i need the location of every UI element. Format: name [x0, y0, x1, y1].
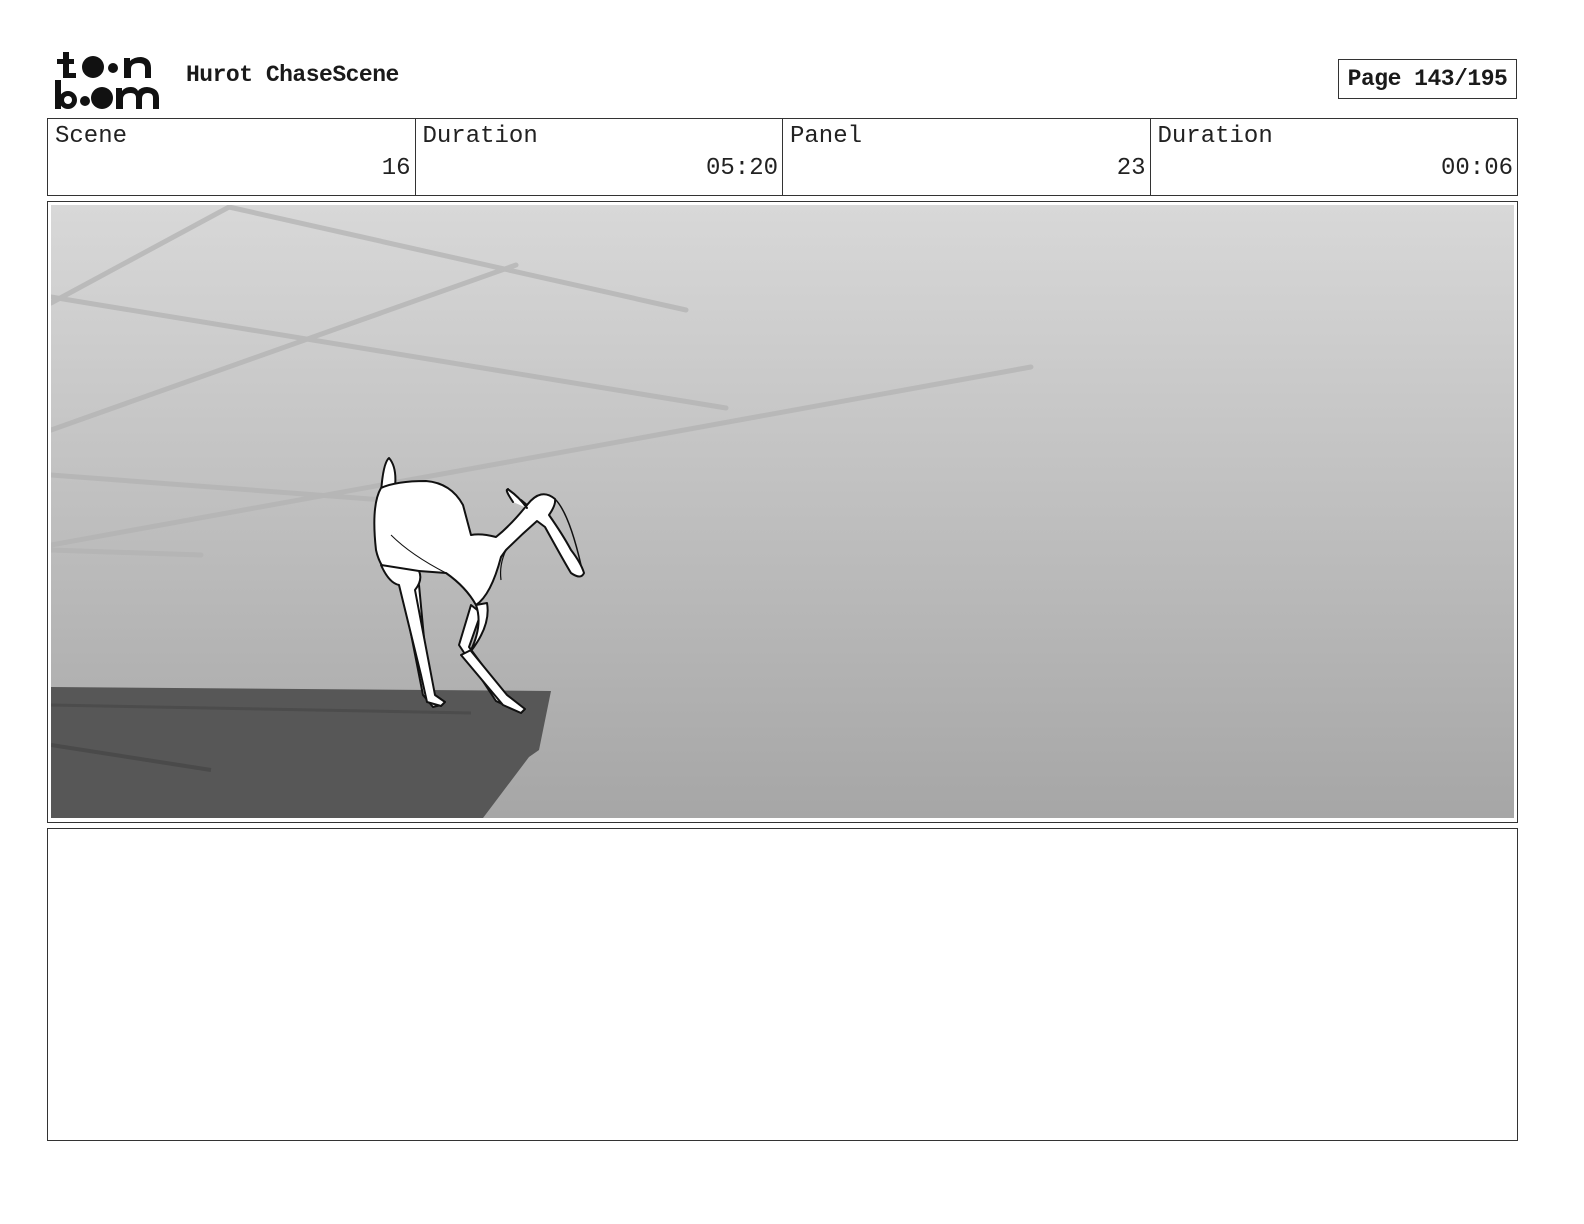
panel-notes-box — [47, 828, 1518, 1141]
panel-duration-cell: Duration 00:06 — [1151, 119, 1518, 195]
panel-cell: Panel 23 — [783, 119, 1151, 195]
panel-duration-label: Duration — [1157, 123, 1273, 150]
panel-value: 23 — [1116, 155, 1146, 182]
scene-duration-cell: Duration 05:20 — [416, 119, 783, 195]
page-indicator: Page 143/195 — [1338, 59, 1517, 99]
scene-cell: Scene 16 — [48, 119, 416, 195]
scene-value: 16 — [381, 155, 411, 182]
panel-duration-value: 00:06 — [1440, 155, 1513, 182]
scene-duration-value: 05:20 — [705, 155, 778, 182]
scene-label: Scene — [55, 123, 128, 150]
scene-duration-label: Duration — [422, 123, 538, 150]
panel-info-table: Scene 16 Duration 05:20 Panel 23 Duratio… — [47, 118, 1518, 196]
deer-on-cliff-sketch-icon — [51, 205, 1514, 818]
toon-boom-logo-icon — [55, 52, 159, 109]
panel-label: Panel — [790, 123, 863, 150]
project-title: Hurot ChaseScene — [186, 62, 399, 88]
